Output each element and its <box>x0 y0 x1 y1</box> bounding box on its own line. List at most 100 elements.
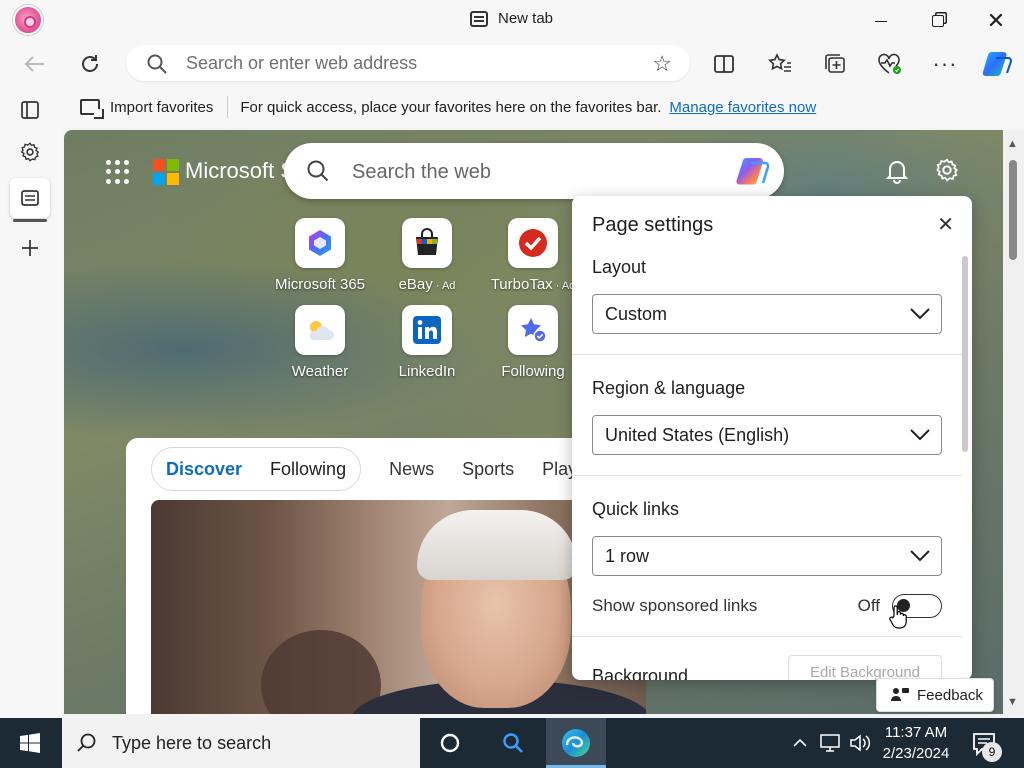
windows-taskbar: Type here to search 11:37 AM 2/23/2024 9 <box>0 718 1024 768</box>
settings-more-button[interactable]: ··· <box>930 50 960 78</box>
quick-link-microsoft-365[interactable]: Microsoft 365 <box>270 218 370 293</box>
address-input[interactable] <box>186 52 626 74</box>
sidebar-settings-button[interactable] <box>10 132 50 172</box>
close-panel-icon[interactable]: ✕ <box>937 212 954 237</box>
new-tab-icon <box>21 190 39 206</box>
quick-link-ebay[interactable]: eBay · Ad <box>377 218 477 293</box>
feedback-button[interactable]: Feedback <box>876 678 994 712</box>
active-tab[interactable]: New tab <box>470 10 553 27</box>
magnifier-icon <box>503 733 523 753</box>
vertical-tab-sidebar <box>0 86 62 718</box>
search-icon <box>77 733 96 752</box>
clock-time: 11:37 AM <box>884 724 948 741</box>
network-icon <box>820 734 840 752</box>
back-arrow-icon <box>24 56 44 72</box>
favorite-star-icon[interactable]: ☆ <box>652 51 672 77</box>
divider <box>227 96 229 118</box>
favorites-button[interactable] <box>765 50 795 78</box>
panel-scrollbar[interactable] <box>962 256 968 452</box>
ad-marker: · Ad <box>432 280 456 292</box>
page-scrollbar[interactable]: ▲ ▼ <box>1003 130 1024 714</box>
network-button[interactable] <box>815 734 845 752</box>
windows-logo-icon <box>20 733 40 753</box>
scrollbar-thumb[interactable] <box>1009 160 1017 260</box>
web-search-input[interactable] <box>352 159 712 185</box>
show-hidden-icons-button[interactable] <box>785 738 815 748</box>
taskbar-edge-app[interactable] <box>546 718 606 768</box>
tab-sports[interactable]: Sports <box>462 459 514 480</box>
split-screen-icon <box>714 55 734 73</box>
region-language-dropdown[interactable]: United States (English) <box>592 415 942 455</box>
address-bar[interactable]: ☆ <box>126 45 690 81</box>
microsoft-logo <box>153 159 179 185</box>
minimize-button[interactable] <box>859 6 903 36</box>
layout-dropdown[interactable]: Custom <box>592 294 942 334</box>
feedback-icon <box>891 688 909 701</box>
quick-link-label: TurboTax <box>490 276 553 293</box>
taskbar-search-box[interactable]: Type here to search <box>62 718 420 768</box>
copilot-icon[interactable] <box>982 49 1014 79</box>
search-icon <box>307 160 329 182</box>
favorites-bar: Import favorites For quick access, place… <box>62 86 1024 128</box>
region-language-value: United States (English) <box>605 425 790 445</box>
photo-background <box>261 630 381 714</box>
tab-news[interactable]: News <box>389 459 434 480</box>
scroll-down-icon[interactable]: ▼ <box>1007 696 1018 708</box>
collections-button[interactable] <box>820 50 850 78</box>
new-tab-button[interactable] <box>10 228 50 268</box>
vertical-tab-new-tab[interactable] <box>10 178 50 222</box>
profile-avatar[interactable] <box>13 5 43 35</box>
restore-icon <box>932 15 944 27</box>
edit-background-button[interactable]: Edit Background <box>788 655 942 680</box>
refresh-button[interactable] <box>75 50 105 78</box>
layout-label: Layout <box>592 257 647 277</box>
app-launcher-icon[interactable] <box>106 160 130 184</box>
back-button[interactable] <box>20 50 50 78</box>
close-icon: ✕ <box>986 8 1006 33</box>
minimize-icon <box>875 20 887 22</box>
web-search-box[interactable] <box>284 143 784 199</box>
quick-link-turbotax[interactable]: TurboTax · Ad <box>483 218 583 293</box>
close-window-button[interactable]: ✕ <box>974 6 1018 36</box>
quick-link-weather[interactable]: Weather <box>270 305 370 380</box>
title-bar: New tab ✕ <box>0 0 1024 42</box>
microsoft-365-icon <box>295 218 345 268</box>
volume-button[interactable] <box>845 734 875 752</box>
layout-value: Custom <box>605 304 668 324</box>
quick-link-following[interactable]: Following <box>483 305 583 380</box>
ebay-icon <box>402 218 452 268</box>
clock-date: 2/23/2024 <box>882 745 950 762</box>
copilot-icon[interactable] <box>734 155 772 187</box>
maximize-button[interactable] <box>916 6 960 36</box>
split-screen-button[interactable] <box>709 50 739 78</box>
tab-actions-button[interactable] <box>10 90 50 130</box>
sponsored-links-label: Show sponsored links <box>592 596 758 615</box>
more-icon: ··· <box>932 51 958 76</box>
quick-link-label: Following <box>501 363 565 380</box>
refresh-icon <box>82 55 98 72</box>
linkedin-icon <box>402 305 452 355</box>
cortana-button[interactable] <box>420 718 480 768</box>
start-button[interactable] <box>0 718 60 768</box>
news-feed: Discover Following News Sports Play <box>126 438 646 714</box>
sponsored-links-state: Off <box>857 596 880 615</box>
favorites-bar-message: For quick access, place your favorites h… <box>240 98 662 116</box>
page-settings-gear-icon[interactable] <box>934 157 960 183</box>
scroll-up-icon[interactable]: ▲ <box>1007 138 1018 150</box>
search-icon <box>147 54 167 74</box>
manage-favorites-link[interactable]: Manage favorites now <box>669 99 816 116</box>
divider <box>572 354 962 355</box>
notifications-bell-icon[interactable] <box>884 158 910 184</box>
region-language-label: Region & language <box>592 378 746 398</box>
browser-essentials-button[interactable] <box>875 50 905 78</box>
taskbar-search-app[interactable] <box>483 718 543 768</box>
taskbar-clock[interactable]: 11:37 AM 2/23/2024 <box>872 722 960 764</box>
tab-discover[interactable]: Discover <box>166 459 242 480</box>
taskbar-search-placeholder: Type here to search <box>112 732 272 753</box>
import-icon <box>80 99 104 119</box>
heart-pulse-icon <box>878 53 901 74</box>
tab-following[interactable]: Following <box>270 459 346 480</box>
import-favorites-button[interactable]: Import favorites <box>80 99 213 119</box>
quick-links-dropdown[interactable]: 1 row <box>592 536 942 576</box>
quick-link-linkedin[interactable]: LinkedIn <box>377 305 477 380</box>
